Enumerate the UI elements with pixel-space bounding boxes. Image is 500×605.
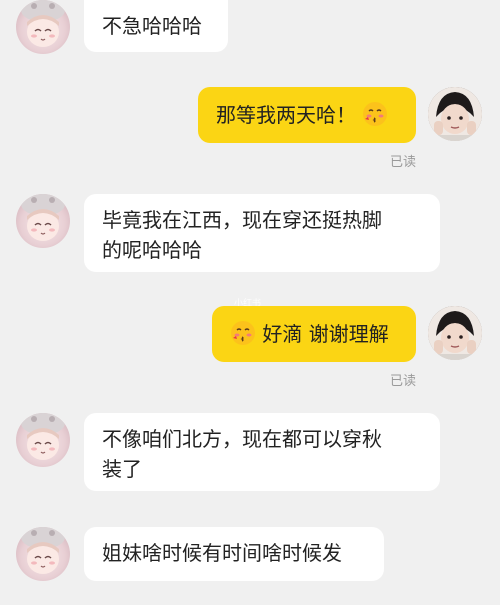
message-text: 姐妹啥时候有时间啥时候发: [102, 541, 342, 565]
photo-avatar-icon: [428, 306, 482, 360]
message-text-line: 的呢哈哈哈: [102, 238, 202, 262]
read-receipt: 已读: [389, 155, 416, 170]
message-bubble[interactable]: 那等我两天哈！: [198, 87, 416, 143]
message-bubble[interactable]: 好滴 谢谢理解: [212, 306, 416, 362]
contact-avatar[interactable]: [16, 527, 70, 581]
blushing-kiss-emoji-icon: [363, 102, 388, 126]
blushing-kiss-emoji-icon: [231, 321, 255, 345]
user-avatar[interactable]: [428, 87, 482, 141]
contact-avatar[interactable]: [16, 413, 70, 467]
message-text-line: 不像咱们北方，现在都可以穿秋: [102, 427, 382, 451]
message-bubble[interactable]: 毕竟我在江西，现在穿还挺热脚 的呢哈哈哈: [84, 194, 440, 272]
message-text-line: 毕竟我在江西，现在穿还挺热脚: [102, 208, 382, 232]
contact-avatar[interactable]: [16, 194, 70, 248]
message-text: 那等我两天哈！: [216, 103, 356, 127]
anime-girl-avatar-icon: [21, 527, 65, 574]
user-avatar[interactable]: [428, 306, 482, 360]
anime-girl-avatar-icon: [21, 0, 65, 47]
anime-girl-avatar-icon: [21, 413, 65, 460]
read-receipt: 已读: [389, 374, 416, 389]
chat-thread: 不急哈哈哈 那等我两天哈！ 已读 毕竟我在江西，现在穿还挺热脚 的呢哈哈哈 小红…: [0, 0, 500, 605]
anime-girl-avatar-icon: [21, 194, 65, 241]
message-text: 不急哈哈哈: [102, 14, 202, 38]
message-bubble[interactable]: 不像咱们北方，现在都可以穿秋 装了: [84, 413, 440, 491]
message-bubble[interactable]: 姐妹啥时候有时间啥时候发: [84, 527, 384, 581]
photo-avatar-icon: [428, 87, 482, 141]
message-bubble[interactable]: 不急哈哈哈: [84, 0, 228, 52]
contact-avatar[interactable]: [16, 0, 70, 54]
message-text: 好滴 谢谢理解: [262, 322, 389, 346]
message-text-line: 装了: [102, 457, 142, 481]
